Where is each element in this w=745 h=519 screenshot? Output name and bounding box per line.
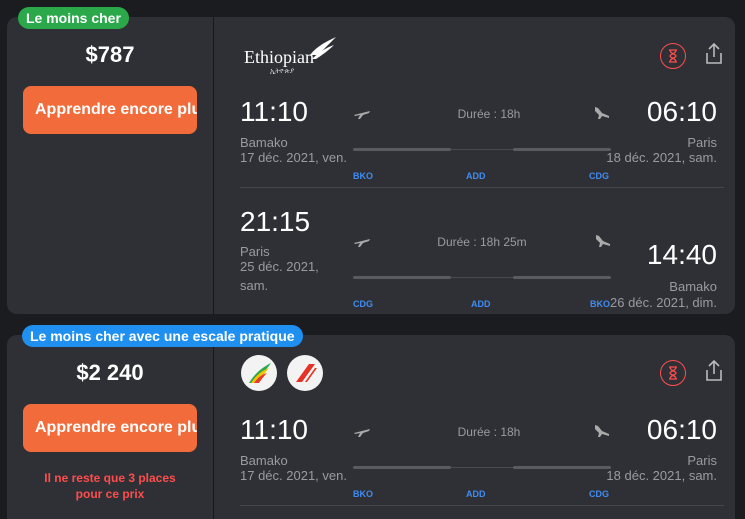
return-segment: 21:15 Paris 25 déc. 2021, sam. Durée : 1…	[214, 204, 735, 310]
segment-divider	[240, 187, 724, 188]
arrival-time: 06:10	[646, 96, 717, 127]
ethiopian-airlines-icon	[241, 355, 277, 391]
flight-duration: Durée : 18h	[457, 425, 521, 439]
arrival-airport-code: BKO	[590, 299, 610, 309]
layover-line	[451, 149, 513, 150]
leg-bar-1	[353, 466, 451, 469]
landing-plane-icon	[596, 235, 610, 247]
takeoff-plane-icon	[354, 111, 370, 119]
flight-card-cheapest[interactable]: $787 Apprendre encore plus Ethiopian ኢትዮ…	[7, 17, 735, 314]
departure-time: 11:10	[240, 96, 308, 127]
departure-airport-code: CDG	[353, 299, 373, 309]
departure-date-line1: 25 déc. 2021,	[240, 259, 319, 274]
price-panel: $2 240 Apprendre encore plus Il ne reste…	[7, 335, 213, 519]
cheapest-badge: Le moins cher	[18, 7, 129, 29]
layover-line	[451, 277, 513, 278]
itinerary-panel: 11:10 Bamako 17 déc. 2021, ven. Durée : …	[214, 335, 735, 519]
arrival-time: 06:10	[646, 414, 717, 445]
itinerary-panel: Ethiopian ኢትዮጵያ 11:10 Bamako 17 déc. 202…	[214, 17, 735, 314]
airline-logo-subtext: ኢትዮጵያ	[270, 68, 294, 75]
seats-left-warning-line2: pour ce prix	[75, 487, 145, 501]
departure-time: 21:15	[240, 206, 311, 237]
layover-line	[451, 467, 513, 468]
price-panel: $787 Apprendre encore plus	[7, 17, 213, 314]
leg-bar-2	[513, 276, 611, 279]
practical-stop-badge: Le moins cher avec une escale pratique	[22, 325, 303, 347]
hourglass-icon[interactable]	[660, 43, 686, 69]
airline-logo-text: Ethiopian	[244, 47, 314, 67]
departure-date: 17 déc. 2021, ven.	[240, 150, 347, 165]
share-icon[interactable]	[703, 42, 725, 66]
takeoff-plane-icon	[354, 239, 370, 247]
flight-duration: Durée : 18h 25m	[437, 235, 527, 249]
seats-left-warning-line1: Il ne reste que 3 places	[44, 471, 176, 485]
departure-airport-code: BKO	[353, 489, 373, 499]
learn-more-button[interactable]: Apprendre encore plus	[23, 86, 197, 134]
leg-bar-1	[353, 276, 451, 279]
departure-date-line2: sam.	[240, 278, 269, 293]
arrival-airport-code: CDG	[589, 489, 609, 499]
share-icon[interactable]	[703, 359, 725, 383]
flight-card-practical[interactable]: $2 240 Apprendre encore plus Il ne reste…	[7, 335, 735, 519]
flight-duration: Durée : 18h	[457, 107, 521, 121]
price: $2 240	[76, 360, 144, 385]
outbound-segment: 11:10 Bamako 17 déc. 2021, ven. Durée : …	[214, 410, 735, 505]
stopover-airport-code: ADD	[466, 489, 486, 499]
landing-plane-icon	[595, 425, 609, 437]
learn-more-button[interactable]: Apprendre encore plus	[23, 404, 197, 452]
air-france-icon	[287, 355, 323, 391]
leg-bar-2	[513, 148, 611, 151]
takeoff-plane-icon	[354, 429, 370, 437]
outbound-segment: 11:10 Bamako 17 déc. 2021, ven. Durée : …	[214, 92, 735, 187]
arrival-date: 26 déc. 2021, dim.	[610, 295, 717, 310]
ethiopian-airlines-logo: Ethiopian ኢትዮጵያ	[244, 37, 336, 75]
arrival-airport-code: CDG	[589, 171, 609, 181]
stopover-airport-code: ADD	[471, 299, 491, 309]
departure-date: 17 déc. 2021, ven.	[240, 468, 347, 483]
departure-time: 11:10	[240, 414, 308, 445]
arrival-time: 14:40	[646, 239, 717, 270]
landing-plane-icon	[595, 107, 609, 119]
arrival-date: 18 déc. 2021, sam.	[606, 468, 717, 483]
price: $787	[85, 42, 135, 67]
leg-bar-2	[513, 466, 611, 469]
segment-divider	[240, 505, 724, 506]
stopover-airport-code: ADD	[466, 171, 486, 181]
leg-bar-1	[353, 148, 451, 151]
hourglass-icon[interactable]	[660, 360, 686, 386]
arrival-date: 18 déc. 2021, sam.	[606, 150, 717, 165]
departure-airport-code: BKO	[353, 171, 373, 181]
